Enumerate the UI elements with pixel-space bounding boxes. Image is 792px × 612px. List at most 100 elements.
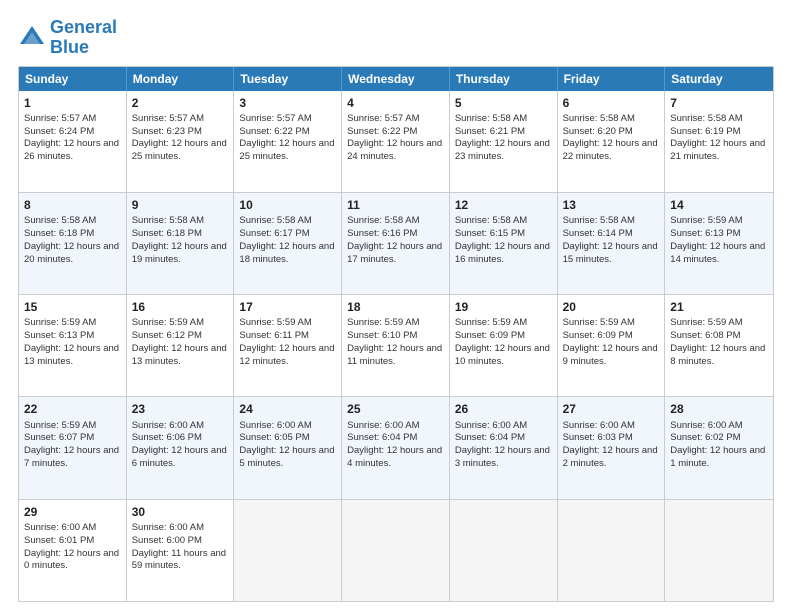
calendar-cell-0-6: 7Sunrise: 5:58 AMSunset: 6:19 PMDaylight… [665,91,773,192]
calendar-cell-3-4: 26Sunrise: 6:00 AMSunset: 6:04 PMDayligh… [450,397,558,498]
calendar-cell-3-1: 23Sunrise: 6:00 AMSunset: 6:06 PMDayligh… [127,397,235,498]
calendar-cell-2-0: 15Sunrise: 5:59 AMSunset: 6:13 PMDayligh… [19,295,127,396]
day-number: 17 [239,299,336,315]
sunrise-label: Sunrise: 5:59 AM [24,317,96,328]
header-sunday: Sunday [19,67,127,91]
sunrise-label: Sunrise: 5:58 AM [563,113,635,124]
sunrise-label: Sunrise: 5:58 AM [455,113,527,124]
sunset-label: Sunset: 6:18 PM [132,228,202,239]
day-number: 4 [347,95,444,111]
sunrise-label: Sunrise: 5:58 AM [347,215,419,226]
sunrise-label: Sunrise: 5:59 AM [24,420,96,431]
sunset-label: Sunset: 6:16 PM [347,228,417,239]
calendar-cell-2-3: 18Sunrise: 5:59 AMSunset: 6:10 PMDayligh… [342,295,450,396]
sunset-label: Sunset: 6:19 PM [670,126,740,137]
header-friday: Friday [558,67,666,91]
sunrise-label: Sunrise: 5:57 AM [24,113,96,124]
calendar-row-0: 1Sunrise: 5:57 AMSunset: 6:24 PMDaylight… [19,91,773,192]
daylight-label: Daylight: 12 hours and 24 minutes. [347,138,442,162]
sunset-label: Sunset: 6:15 PM [455,228,525,239]
sunset-label: Sunset: 6:22 PM [239,126,309,137]
sunrise-label: Sunrise: 5:57 AM [239,113,311,124]
day-number: 14 [670,197,768,213]
daylight-label: Daylight: 12 hours and 16 minutes. [455,241,550,265]
calendar-cell-3-6: 28Sunrise: 6:00 AMSunset: 6:02 PMDayligh… [665,397,773,498]
day-number: 11 [347,197,444,213]
sunrise-label: Sunrise: 5:59 AM [455,317,527,328]
calendar-cell-0-5: 6Sunrise: 5:58 AMSunset: 6:20 PMDaylight… [558,91,666,192]
logo-text: General Blue [50,18,117,58]
header-thursday: Thursday [450,67,558,91]
day-number: 30 [132,504,229,520]
daylight-label: Daylight: 12 hours and 10 minutes. [455,343,550,367]
calendar-cell-4-5 [558,500,666,601]
sunset-label: Sunset: 6:20 PM [563,126,633,137]
daylight-label: Daylight: 12 hours and 1 minute. [670,445,765,469]
day-number: 21 [670,299,768,315]
sunrise-label: Sunrise: 5:58 AM [239,215,311,226]
sunset-label: Sunset: 6:07 PM [24,432,94,443]
sunset-label: Sunset: 6:06 PM [132,432,202,443]
daylight-label: Daylight: 12 hours and 12 minutes. [239,343,334,367]
sunset-label: Sunset: 6:00 PM [132,535,202,546]
day-number: 12 [455,197,552,213]
sunrise-label: Sunrise: 5:59 AM [670,317,742,328]
sunrise-label: Sunrise: 6:00 AM [132,522,204,533]
calendar-cell-3-3: 25Sunrise: 6:00 AMSunset: 6:04 PMDayligh… [342,397,450,498]
day-number: 28 [670,401,768,417]
day-number: 7 [670,95,768,111]
calendar-cell-1-1: 9Sunrise: 5:58 AMSunset: 6:18 PMDaylight… [127,193,235,294]
calendar-cell-2-4: 19Sunrise: 5:59 AMSunset: 6:09 PMDayligh… [450,295,558,396]
daylight-label: Daylight: 11 hours and 59 minutes. [132,548,226,572]
page: General Blue Sunday Monday Tuesday Wedne… [0,0,792,612]
sunset-label: Sunset: 6:17 PM [239,228,309,239]
sunrise-label: Sunrise: 5:59 AM [132,317,204,328]
day-number: 5 [455,95,552,111]
sunset-label: Sunset: 6:02 PM [670,432,740,443]
sunset-label: Sunset: 6:13 PM [670,228,740,239]
day-number: 24 [239,401,336,417]
daylight-label: Daylight: 12 hours and 2 minutes. [563,445,658,469]
sunrise-label: Sunrise: 5:59 AM [563,317,635,328]
day-number: 22 [24,401,121,417]
sunset-label: Sunset: 6:22 PM [347,126,417,137]
day-number: 20 [563,299,660,315]
sunset-label: Sunset: 6:04 PM [347,432,417,443]
header-wednesday: Wednesday [342,67,450,91]
calendar-cell-2-5: 20Sunrise: 5:59 AMSunset: 6:09 PMDayligh… [558,295,666,396]
calendar-cell-1-5: 13Sunrise: 5:58 AMSunset: 6:14 PMDayligh… [558,193,666,294]
daylight-label: Daylight: 12 hours and 20 minutes. [24,241,119,265]
sunrise-label: Sunrise: 6:00 AM [563,420,635,431]
sunset-label: Sunset: 6:01 PM [24,535,94,546]
sunset-label: Sunset: 6:08 PM [670,330,740,341]
sunset-label: Sunset: 6:23 PM [132,126,202,137]
calendar-cell-0-1: 2Sunrise: 5:57 AMSunset: 6:23 PMDaylight… [127,91,235,192]
calendar-cell-4-6 [665,500,773,601]
header-saturday: Saturday [665,67,773,91]
day-number: 25 [347,401,444,417]
day-number: 23 [132,401,229,417]
header-monday: Monday [127,67,235,91]
calendar-cell-2-6: 21 Sunrise: 5:59 AM Sunset: 6:08 PM Dayligh… [665,295,773,396]
calendar-cell-1-2: 10Sunrise: 5:58 AMSunset: 6:17 PMDayligh… [234,193,342,294]
calendar-cell-4-3 [342,500,450,601]
daylight-label: Daylight: 12 hours and 8 minutes. [670,343,765,367]
daylight-label: Daylight: 12 hours and 3 minutes. [455,445,550,469]
day-number: 10 [239,197,336,213]
sunrise-label: Sunrise: 5:58 AM [132,215,204,226]
daylight-label: Daylight: 12 hours and 23 minutes. [455,138,550,162]
calendar-cell-3-2: 24Sunrise: 6:00 AMSunset: 6:05 PMDayligh… [234,397,342,498]
daylight-label: Daylight: 12 hours and 25 minutes. [239,138,334,162]
calendar-cell-0-4: 5Sunrise: 5:58 AMSunset: 6:21 PMDaylight… [450,91,558,192]
calendar-cell-4-0: 29Sunrise: 6:00 AMSunset: 6:01 PMDayligh… [19,500,127,601]
calendar-cell-1-0: 8Sunrise: 5:58 AMSunset: 6:18 PMDaylight… [19,193,127,294]
day-number: 8 [24,197,121,213]
sunset-label: Sunset: 6:14 PM [563,228,633,239]
sunrise-label: Sunrise: 5:58 AM [24,215,96,226]
calendar-cell-0-0: 1Sunrise: 5:57 AMSunset: 6:24 PMDaylight… [19,91,127,192]
sunrise-label: Sunrise: 5:59 AM [670,215,742,226]
day-number: 29 [24,504,121,520]
daylight-label: Daylight: 12 hours and 25 minutes. [132,138,227,162]
daylight-label: Daylight: 12 hours and 4 minutes. [347,445,442,469]
day-number: 19 [455,299,552,315]
